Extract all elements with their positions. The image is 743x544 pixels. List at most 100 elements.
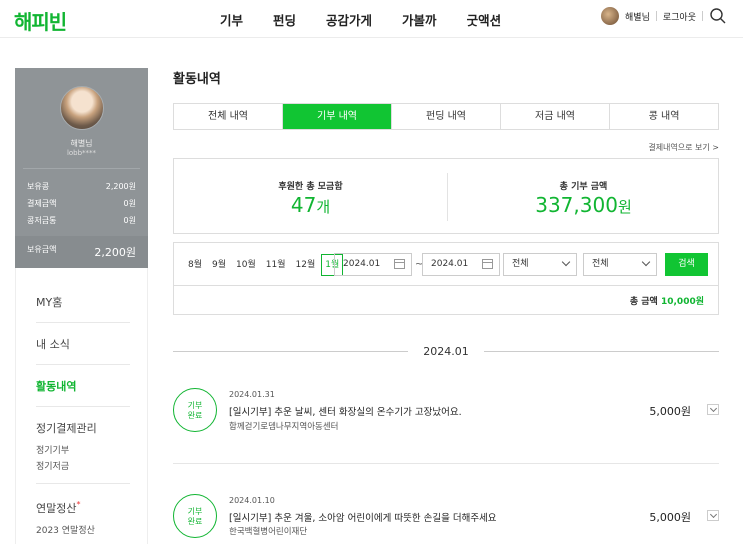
nav-item-goodaction[interactable]: 굿액션 <box>467 10 502 29</box>
status-select-value: 전체 <box>592 259 609 269</box>
donation-summary: 후원한 총 모금함 47개 총 기부 금액 337,300원 <box>173 158 719 234</box>
divider <box>702 11 703 21</box>
sidebar-item-regular-payment[interactable]: 정기결제관리 <box>36 420 97 436</box>
summary-amount: 총 기부 금액 337,300원 <box>447 159 720 235</box>
profile-card: 해별님 lobb**** 보유콩 2,200원 결제금액 0원 콩저금통 0원 … <box>15 68 148 268</box>
tab-funding[interactable]: 펀딩 내역 <box>392 104 501 129</box>
divider <box>173 463 719 464</box>
month-button-dec[interactable]: 12월 <box>291 254 320 276</box>
summary-amount-value: 337,300 <box>535 193 618 217</box>
logo[interactable]: 해피빈 <box>14 6 67 35</box>
user-name[interactable]: 해별님 <box>625 10 650 23</box>
balance-label: 보유콩 <box>27 182 50 191</box>
date-from-value: 2024.01 <box>343 259 381 269</box>
chevron-down-icon <box>561 257 571 267</box>
date-from-input[interactable]: 2024.01 <box>334 253 412 276</box>
item-amount: 5,000원 <box>649 511 691 524</box>
balance-row-payment[interactable]: 결제금액 0원 <box>27 198 136 209</box>
divider <box>36 483 130 484</box>
avatar[interactable] <box>601 7 620 25</box>
user-utility: 해별님 로그아웃 <box>601 7 727 25</box>
expand-toggle[interactable] <box>707 404 719 415</box>
date-to-value: 2024.01 <box>431 259 469 269</box>
status-badge-line: 기부 <box>187 401 203 410</box>
date-to-input[interactable]: 2024.01 <box>422 253 500 276</box>
month-button-sep[interactable]: 9월 <box>208 254 231 276</box>
total-balance-value: 2,200원 <box>94 246 136 259</box>
item-org[interactable]: 함께걷기로뎀나무지역아동센터 <box>229 420 338 432</box>
type-select-value: 전체 <box>512 259 529 269</box>
month-button-nov[interactable]: 11월 <box>261 254 290 276</box>
item-date: 2024.01.10 <box>229 496 275 505</box>
sidebar-item-myhome[interactable]: MY홈 <box>36 294 62 310</box>
type-select[interactable]: 전체 <box>503 253 577 276</box>
status-select[interactable]: 전체 <box>583 253 657 276</box>
summary-amount-unit: 원 <box>617 198 632 216</box>
month-button-oct[interactable]: 10월 <box>232 254 260 276</box>
summary-count-value: 47 <box>290 193 317 217</box>
item-org[interactable]: 한국백혈병어린이재단 <box>229 525 307 537</box>
expand-toggle[interactable] <box>707 510 719 521</box>
nav-item-donate[interactable]: 기부 <box>220 10 243 29</box>
status-badge-line: 완료 <box>187 411 203 420</box>
month-buttons: 8월 9월 10월 11월 12월 1월 <box>184 254 344 276</box>
view-payment-link[interactable]: 결제내역으로 보기 > <box>648 142 719 153</box>
month-button-aug[interactable]: 8월 <box>184 254 207 276</box>
sidebar-sub-regular-saving[interactable]: 정기저금 <box>36 459 69 472</box>
status-badge-line: 기부 <box>187 507 203 516</box>
item-title[interactable]: [일시기부] 추운 겨울, 소아암 어린이에게 따뜻한 손길을 더해주세요 <box>229 510 497 524</box>
tab-saving[interactable]: 저금 내역 <box>501 104 610 129</box>
item-date: 2024.01.31 <box>229 390 275 399</box>
balance-value: 0원 <box>123 199 136 208</box>
logout-link[interactable]: 로그아웃 <box>663 10 696 23</box>
global-header: 해피빈 기부 펀딩 공감가게 가볼까 굿액션 해별님 로그아웃 <box>0 0 743 38</box>
sidebar-item-activity[interactable]: 활동내역 <box>36 378 76 394</box>
sidebar-menu: MY홈 내 소식 활동내역 정기결제관리 정기기부 정기저금 연말정산* 202… <box>15 268 148 544</box>
divider <box>23 168 140 169</box>
divider <box>36 322 130 323</box>
summary-count-label: 후원한 총 모금함 <box>278 182 343 192</box>
search-icon[interactable] <box>709 7 727 25</box>
nav-item-visit[interactable]: 가볼까 <box>402 10 437 29</box>
calendar-icon[interactable] <box>394 259 405 269</box>
balance-label: 콩저금통 <box>27 216 57 225</box>
tab-donation[interactable]: 기부 내역 <box>283 104 392 129</box>
search-button[interactable]: 검색 <box>665 253 708 276</box>
balance-row-bean[interactable]: 보유콩 2,200원 <box>27 181 136 192</box>
item-amount: 5,000원 <box>649 405 691 418</box>
divider <box>36 364 130 365</box>
sidebar-item-tax[interactable]: 연말정산* <box>36 500 80 516</box>
profile-id: lobb**** <box>66 149 97 157</box>
status-badge: 기부 완료 <box>173 388 217 432</box>
page-title: 활동내역 <box>173 72 221 87</box>
sidebar-sub-regular-donation[interactable]: 정기기부 <box>36 443 69 456</box>
divider <box>655 11 657 21</box>
filter-bar: 8월 9월 10월 11월 12월 1월 2024.01 ~ 2024.01 전… <box>173 242 719 286</box>
sidebar-sub-tax-2023[interactable]: 2023 연말정산 <box>36 523 95 536</box>
total-amount-label: 총 금액 <box>629 297 658 307</box>
summary-count-value-wrap: 47개 <box>174 193 447 217</box>
divider <box>36 406 130 407</box>
tab-all[interactable]: 전체 내역 <box>174 104 283 129</box>
tab-bean[interactable]: 콩 내역 <box>610 104 718 129</box>
balance-value: 2,200원 <box>105 182 136 191</box>
item-title[interactable]: [일시기부] 추운 날씨, 센터 화장실의 온수기가 고장났어요. <box>229 404 462 418</box>
profile-avatar[interactable] <box>60 86 104 130</box>
sidebar-item-news[interactable]: 내 소식 <box>36 336 70 352</box>
calendar-icon[interactable] <box>482 259 493 269</box>
nav-item-funding[interactable]: 펀딩 <box>273 10 296 29</box>
total-amount: 총 금액 10,000원 <box>630 294 704 307</box>
required-mark: * <box>76 500 81 509</box>
balance-row-piggybank[interactable]: 콩저금통 0원 <box>27 215 136 226</box>
total-balance-box: 보유금액 2,200원 <box>15 236 148 268</box>
sidebar-item-label: 연말정산 <box>36 502 77 515</box>
total-amount-value: 10,000원 <box>660 297 704 307</box>
divider <box>484 351 719 352</box>
nav-item-store[interactable]: 공감가게 <box>326 10 372 29</box>
total-balance-row[interactable]: 보유금액 2,200원 <box>27 244 136 260</box>
balance-value: 0원 <box>123 216 136 225</box>
summary-amount-label: 총 기부 금액 <box>559 182 608 192</box>
chevron-down-icon <box>641 257 651 267</box>
balance-label: 결제금액 <box>27 199 57 208</box>
month-divider: 2024.01 <box>173 344 719 358</box>
